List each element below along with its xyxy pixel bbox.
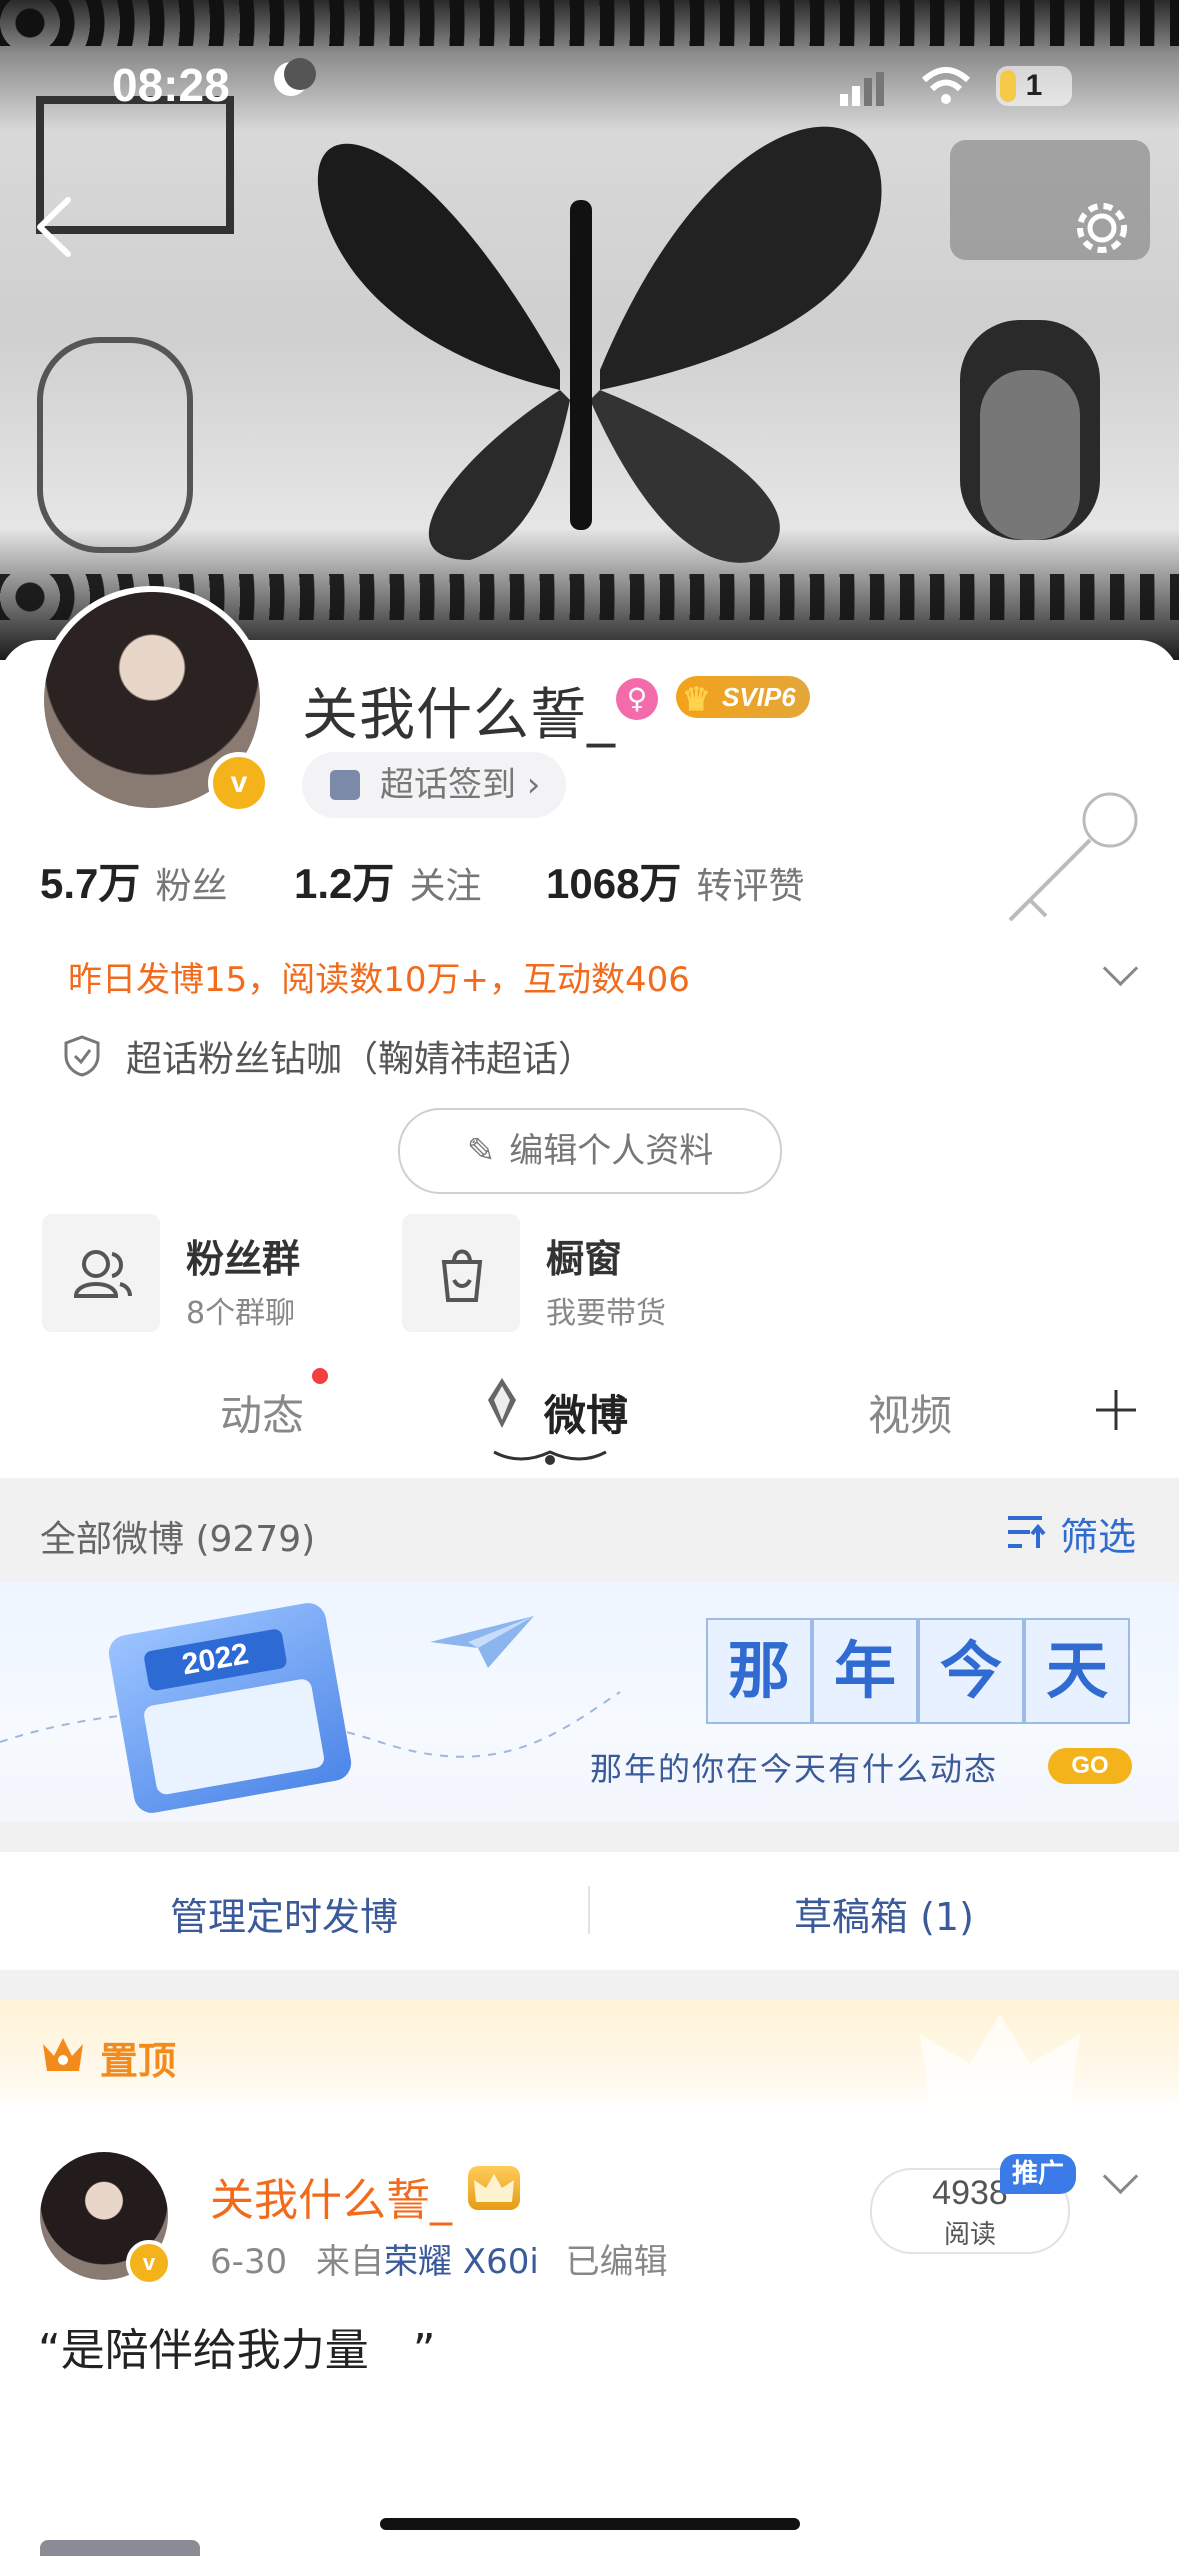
calendar-year: 2022 bbox=[142, 1627, 288, 1692]
battery-level: 1 bbox=[1025, 69, 1043, 102]
svip-crown-icon bbox=[468, 2166, 520, 2210]
key-decoration-icon bbox=[1008, 792, 1138, 922]
profile-username: 关我什么誓_ bbox=[302, 683, 616, 748]
stat-following[interactable]: 1.2万 关注 bbox=[294, 850, 482, 911]
pencil-icon: ✎ bbox=[466, 1131, 496, 1171]
following-label: 关注 bbox=[409, 866, 482, 907]
post-menu-chevron-icon[interactable] bbox=[1102, 2158, 1139, 2195]
home-indicator[interactable] bbox=[380, 2518, 800, 2530]
promote-badge[interactable]: 推广 bbox=[1000, 2154, 1077, 2194]
on-this-day-banner[interactable]: 2022 那 年 今 天 那年的你在今天有什么动态 GO bbox=[0, 1582, 1179, 1822]
followers-count: 5.7万 bbox=[40, 860, 141, 907]
next-post-avatar bbox=[40, 2540, 200, 2556]
female-gender-icon: ♀ bbox=[616, 678, 658, 720]
crown-icon: ♛ bbox=[682, 681, 711, 717]
filter-label: 筛选 bbox=[1060, 1515, 1137, 1559]
title-char: 年 bbox=[812, 1618, 918, 1724]
calendar-illustration-icon: 2022 bbox=[106, 1600, 354, 1816]
butterfly-cover-art bbox=[36, 96, 1150, 563]
title-char: 今 bbox=[918, 1618, 1024, 1724]
all-posts-count[interactable]: 全部微博 (9279) bbox=[40, 1510, 315, 1562]
drafts-button[interactable]: 草稿箱 (1) bbox=[794, 1886, 974, 1941]
followers-label: 粉丝 bbox=[155, 866, 228, 907]
title-char: 天 bbox=[1024, 1618, 1130, 1724]
filter-button[interactable]: 筛选 bbox=[1006, 1506, 1136, 1561]
checkin-label: 超话签到 › bbox=[380, 765, 541, 805]
tab-feather-icon bbox=[480, 1376, 524, 1432]
wifi-icon bbox=[921, 67, 971, 104]
tab-active-chain-decoration bbox=[493, 1450, 607, 1465]
divider bbox=[588, 1886, 590, 1934]
tab-weibo[interactable]: 微博 bbox=[544, 1382, 628, 1443]
fan-group-tile[interactable]: 粉丝群 8个群聊 bbox=[42, 1214, 382, 1334]
settings-gear-icon[interactable] bbox=[1072, 198, 1132, 258]
svip-label: SVIP6 bbox=[722, 682, 796, 712]
interactions-count: 1068万 bbox=[546, 860, 682, 907]
post-date: 6-30 bbox=[210, 2242, 288, 2282]
cellular-signal-icon bbox=[840, 72, 884, 106]
shopping-bag-icon bbox=[441, 1249, 483, 1302]
following-count: 1.2万 bbox=[294, 860, 395, 907]
post-source-prefix: 来自 bbox=[315, 2242, 384, 2282]
shield-icon bbox=[64, 1035, 100, 1077]
tile-title: 橱窗 bbox=[546, 1237, 623, 1281]
supertopic-badge[interactable]: 超话粉丝钻咖（鞠婧祎超话） bbox=[126, 1030, 594, 1082]
verified-badge-icon: v bbox=[208, 752, 270, 814]
pinned-label: 置顶 bbox=[100, 2039, 177, 2083]
stat-interactions[interactable]: 1068万 转评赞 bbox=[546, 850, 805, 911]
post-verified-badge-icon: v bbox=[126, 2240, 172, 2286]
go-button[interactable]: GO bbox=[1048, 1748, 1132, 1784]
post-device-link[interactable]: 荣耀 X60i bbox=[384, 2242, 539, 2282]
crown-watermark-icon bbox=[920, 2014, 1080, 2104]
battery-icon: 1 bbox=[996, 66, 1072, 106]
promo-subtitle: 那年的你在今天有什么动态 bbox=[590, 1750, 999, 1788]
showcase-tile[interactable]: 橱窗 我要带货 bbox=[402, 1214, 742, 1334]
filter-icon bbox=[1008, 1516, 1046, 1548]
tab-video[interactable]: 视频 bbox=[868, 1382, 952, 1443]
read-label: 阅读 bbox=[943, 2220, 996, 2250]
tile-title: 粉丝群 bbox=[186, 1237, 301, 1281]
edit-profile-label: 编辑个人资料 bbox=[509, 1131, 714, 1171]
activity-summary[interactable]: 昨日发博15，阅读数10万+，互动数406 bbox=[68, 952, 690, 1001]
stat-followers[interactable]: 5.7万 粉丝 bbox=[40, 850, 228, 911]
people-icon bbox=[73, 1250, 132, 1298]
svip-badge[interactable]: ♛ SVIP6 bbox=[676, 676, 810, 718]
scheduled-posts-button[interactable]: 管理定时发博 bbox=[170, 1886, 398, 1941]
tile-subtitle: 我要带货 bbox=[546, 1296, 666, 1331]
paper-plane-icon bbox=[430, 1616, 534, 1668]
status-time: 08:28 bbox=[112, 59, 230, 111]
tab-notification-dot bbox=[312, 1368, 328, 1384]
tab-activity[interactable]: 动态 bbox=[220, 1382, 304, 1443]
back-arrow-icon[interactable] bbox=[34, 196, 74, 258]
post-edited: 已编辑 bbox=[565, 2242, 668, 2282]
edit-profile-button[interactable]: ✎ 编辑个人资料 bbox=[398, 1108, 782, 1194]
supertopic-checkin-button[interactable]: 超话签到 › bbox=[302, 752, 567, 818]
post-text: “是陪伴给我力量 ” bbox=[38, 2325, 436, 2376]
calendar-check-icon bbox=[330, 770, 360, 800]
moon-icon bbox=[274, 58, 316, 96]
add-tab-plus-icon[interactable] bbox=[1094, 1388, 1138, 1432]
tile-subtitle: 8个群聊 bbox=[186, 1296, 296, 1331]
section-gap bbox=[0, 1822, 1179, 1852]
post-author-name[interactable]: 关我什么誓_ bbox=[210, 2164, 452, 2228]
title-char: 那 bbox=[706, 1618, 812, 1724]
crown-icon bbox=[43, 2038, 83, 2071]
interactions-label: 转评赞 bbox=[696, 866, 805, 907]
section-gap bbox=[0, 1970, 1179, 2000]
post-meta: 6-30 来自荣耀 X60i 已编辑 bbox=[210, 2234, 668, 2283]
